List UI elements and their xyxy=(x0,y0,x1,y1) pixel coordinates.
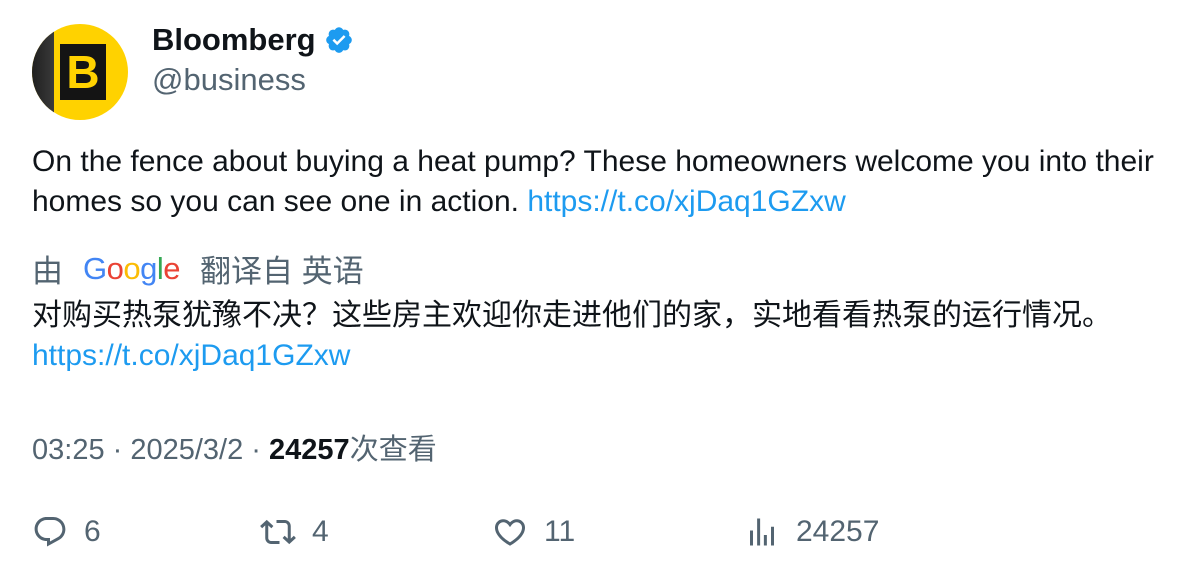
reply-button[interactable]: 6 xyxy=(32,508,101,556)
like-button[interactable]: 11 xyxy=(492,508,575,556)
tweet-time[interactable]: 03:25 xyxy=(32,434,105,466)
retweet-count: 4 xyxy=(312,515,329,548)
google-logo: Google xyxy=(83,250,181,286)
translated-text: 对购买热泵犹豫不决？这些房主欢迎你走进他们的家，实地看看热泵的运行情况。 http… xyxy=(32,296,1172,376)
retweet-icon xyxy=(260,519,296,545)
avatar-shade xyxy=(32,24,54,120)
tweet-text: On the fence about buying a heat pump? T… xyxy=(32,142,1172,222)
views-label: 次查看 xyxy=(349,434,437,466)
avatar[interactable]: B xyxy=(32,24,128,120)
translation-attribution: 由 Google 翻译自 英语 xyxy=(32,246,364,291)
views-count: 24257 xyxy=(269,434,350,466)
reply-count: 6 xyxy=(84,515,101,548)
reply-icon xyxy=(34,517,66,547)
views-action-count: 24257 xyxy=(796,515,880,548)
avatar-letter: B xyxy=(60,44,106,100)
author-handle[interactable]: @business xyxy=(152,62,306,98)
tweet-meta: 03:25 · 2025/3/2 · 24257次查看 xyxy=(32,426,437,468)
tweet-link[interactable]: https://t.co/xjDaq1GZxw xyxy=(527,185,845,218)
author-name-row: Bloomberg xyxy=(152,22,354,58)
views-button[interactable]: 24257 xyxy=(744,508,879,556)
translated-body: 对购买热泵犹豫不决？这些房主欢迎你走进他们的家，实地看看热泵的运行情况。 xyxy=(32,299,1112,332)
analytics-icon xyxy=(750,518,774,546)
meta-separator: · xyxy=(104,434,131,466)
action-bar: 6 4 11 24257 xyxy=(32,508,1172,556)
heart-icon xyxy=(494,519,526,546)
like-count: 11 xyxy=(544,515,576,548)
translation-prefix: 由 xyxy=(32,254,63,289)
meta-separator: · xyxy=(243,434,270,466)
retweet-button[interactable]: 4 xyxy=(260,508,329,556)
translation-suffix: 翻译自 英语 xyxy=(200,254,364,289)
translated-link[interactable]: https://t.co/xjDaq1GZxw xyxy=(32,339,350,372)
verified-badge-icon xyxy=(324,25,354,55)
tweet-date[interactable]: 2025/3/2 xyxy=(130,434,243,466)
author-name[interactable]: Bloomberg xyxy=(152,22,316,58)
